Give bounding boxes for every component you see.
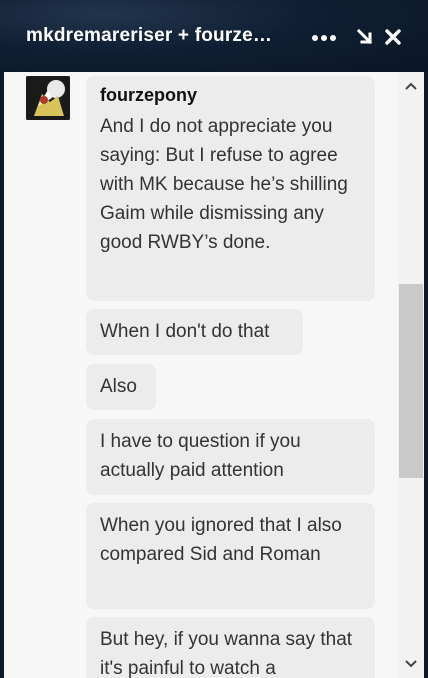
message-text: When you ignored that I also compared Si… bbox=[100, 515, 342, 565]
chevron-down-icon bbox=[405, 660, 417, 668]
sender-name[interactable]: fourzepony bbox=[100, 81, 361, 110]
scroll-up-button[interactable] bbox=[398, 76, 424, 96]
close-button[interactable] bbox=[384, 28, 402, 46]
message-text: I have to question if you actually paid … bbox=[100, 431, 301, 481]
message-text: But hey, if you wanna say that it's pain… bbox=[100, 629, 353, 678]
minimize-arrow-icon bbox=[356, 28, 373, 45]
window-edge-right bbox=[424, 72, 428, 678]
message-bubble[interactable]: When I don't do that bbox=[86, 309, 303, 355]
scrollbar[interactable] bbox=[398, 72, 424, 678]
message-bubble[interactable]: I have to question if you actually paid … bbox=[86, 419, 375, 495]
minimize-button[interactable] bbox=[356, 28, 374, 46]
message-bubble[interactable]: But hey, if you wanna say that it's pain… bbox=[86, 617, 375, 678]
chat-title[interactable]: mkdremareriser + fourze… bbox=[26, 25, 298, 47]
message-bubble[interactable]: Also bbox=[86, 364, 156, 410]
scroll-thumb[interactable] bbox=[399, 284, 423, 478]
message-bubble[interactable]: fourzepony And I do not appreciate you s… bbox=[86, 76, 375, 301]
chat-header: mkdremareriser + fourze… bbox=[0, 0, 428, 72]
scroll-down-button[interactable] bbox=[398, 654, 424, 674]
message-text: And I do not appreciate you saying: But … bbox=[100, 116, 348, 253]
message-text: When I don't do that bbox=[100, 321, 270, 342]
chevron-up-icon bbox=[405, 82, 417, 90]
close-icon bbox=[385, 29, 401, 45]
message-panel[interactable]: fourzepony And I do not appreciate you s… bbox=[4, 72, 424, 678]
message-bubble[interactable]: When you ignored that I also compared Si… bbox=[86, 503, 375, 609]
more-horizontal-icon bbox=[312, 35, 318, 41]
message-text: Also bbox=[100, 376, 137, 397]
avatar[interactable] bbox=[26, 76, 70, 120]
avatar-image bbox=[26, 76, 70, 120]
more-options-button[interactable] bbox=[312, 28, 342, 46]
